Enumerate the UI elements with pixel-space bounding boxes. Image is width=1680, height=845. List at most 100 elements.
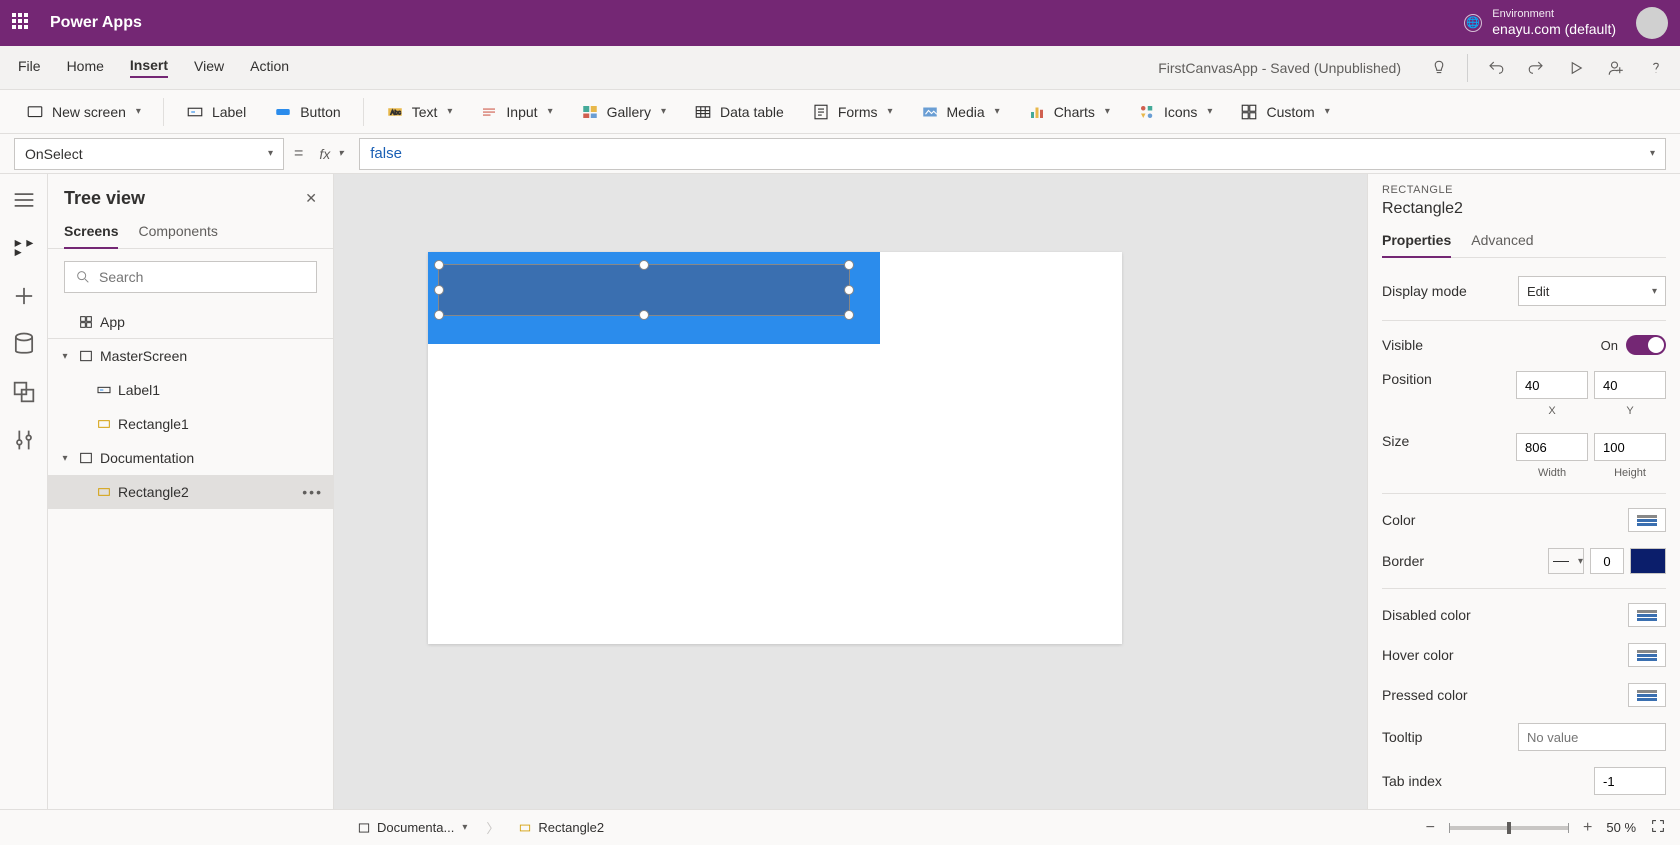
- charts-dropdown[interactable]: Charts ▾: [1016, 97, 1122, 127]
- tree-label: MasterScreen: [100, 348, 187, 364]
- undo-icon[interactable]: [1484, 56, 1508, 80]
- user-avatar[interactable]: [1636, 7, 1668, 39]
- canvas[interactable]: [334, 174, 1367, 809]
- share-icon[interactable]: [1604, 56, 1628, 80]
- tree-node-rectangle2[interactable]: Rectangle2 •••: [48, 475, 333, 509]
- media-dropdown[interactable]: Media ▾: [909, 97, 1012, 127]
- menu-file[interactable]: File: [18, 58, 41, 77]
- resize-handle-e[interactable]: [844, 285, 854, 295]
- menu-insert[interactable]: Insert: [130, 57, 168, 78]
- text-dropdown[interactable]: Abc Text ▾: [374, 97, 465, 127]
- zoom-in-button[interactable]: +: [1583, 819, 1592, 837]
- visible-value: On: [1601, 338, 1618, 353]
- tools-icon[interactable]: [10, 426, 38, 454]
- env-name: enayu.com (default): [1492, 21, 1616, 38]
- redo-icon[interactable]: [1524, 56, 1548, 80]
- search-input[interactable]: [99, 269, 306, 285]
- collapse-icon[interactable]: ▾: [58, 351, 72, 362]
- gallery-dropdown[interactable]: Gallery ▾: [569, 97, 678, 127]
- chevron-down-icon: ▾: [1105, 106, 1110, 117]
- input-dropdown[interactable]: Input ▾: [468, 97, 564, 127]
- width-input[interactable]: [1516, 433, 1588, 461]
- border-style-picker[interactable]: ▾: [1548, 548, 1584, 574]
- resize-handle-w[interactable]: [434, 285, 444, 295]
- tree-search[interactable]: [64, 261, 317, 293]
- visible-toggle[interactable]: [1626, 335, 1666, 355]
- zoom-slider[interactable]: [1449, 826, 1569, 830]
- menu-home[interactable]: Home: [67, 58, 104, 77]
- pressed-color-picker[interactable]: [1628, 683, 1666, 707]
- text-icon: Abc: [386, 103, 404, 121]
- pos-y-input[interactable]: [1594, 371, 1666, 399]
- tree-node-rectangle1[interactable]: Rectangle1: [48, 407, 333, 441]
- app-checker-icon[interactable]: [1427, 56, 1451, 80]
- environment-picker[interactable]: 🌐 Environment enayu.com (default): [1464, 8, 1616, 38]
- property-selector[interactable]: OnSelect ▾: [14, 138, 284, 170]
- hover-color-picker[interactable]: [1628, 643, 1666, 667]
- waffle-icon[interactable]: [12, 13, 32, 33]
- resize-handle-ne[interactable]: [844, 260, 854, 270]
- hamburger-icon[interactable]: [10, 186, 38, 214]
- control-name[interactable]: Rectangle2: [1382, 200, 1666, 218]
- pressed-color-label: Pressed color: [1382, 687, 1468, 703]
- tree-view-icon[interactable]: [10, 234, 38, 262]
- tree-node-masterscreen[interactable]: ▾ MasterScreen: [48, 339, 333, 373]
- close-panel-icon[interactable]: ✕: [305, 190, 317, 207]
- chevron-down-icon: ▾: [462, 822, 467, 833]
- help-icon[interactable]: [1644, 56, 1668, 80]
- resize-handle-sw[interactable]: [434, 310, 444, 320]
- selected-rectangle[interactable]: [438, 264, 850, 316]
- resize-handle-n[interactable]: [639, 260, 649, 270]
- pos-x-input[interactable]: [1516, 371, 1588, 399]
- resize-handle-se[interactable]: [844, 310, 854, 320]
- menu-view[interactable]: View: [194, 58, 224, 77]
- tooltip-input[interactable]: [1518, 723, 1666, 751]
- media-label: Media: [947, 104, 985, 120]
- media-icon: [921, 103, 939, 121]
- crumb-screen[interactable]: Documenta... ▾: [348, 816, 476, 839]
- tree-node-app[interactable]: App: [48, 305, 333, 339]
- formula-input[interactable]: false ▾: [359, 138, 1666, 170]
- zoom-thumb[interactable]: [1507, 822, 1511, 834]
- media-rail-icon[interactable]: [10, 378, 38, 406]
- resize-handle-s[interactable]: [639, 310, 649, 320]
- display-mode-select[interactable]: Edit ▾: [1518, 276, 1666, 306]
- button-button[interactable]: Button: [262, 97, 352, 127]
- play-icon[interactable]: [1564, 56, 1588, 80]
- tree-node-label1[interactable]: Label1: [48, 373, 333, 407]
- forms-dropdown[interactable]: Forms ▾: [800, 97, 905, 127]
- height-input[interactable]: [1594, 433, 1666, 461]
- height-sublabel: Height: [1614, 467, 1646, 479]
- tab-advanced[interactable]: Advanced: [1471, 226, 1533, 257]
- icons-dropdown[interactable]: Icons ▾: [1126, 97, 1225, 127]
- fx-indicator[interactable]: fx ▾: [313, 146, 349, 162]
- fit-screen-icon[interactable]: [1650, 818, 1666, 837]
- border-width-input[interactable]: [1590, 548, 1624, 574]
- collapse-icon[interactable]: ▾: [58, 453, 72, 464]
- menu-action[interactable]: Action: [250, 58, 289, 77]
- resize-handle-nw[interactable]: [434, 260, 444, 270]
- label-icon: [96, 382, 112, 398]
- data-icon[interactable]: [10, 330, 38, 358]
- tab-components[interactable]: Components: [138, 217, 217, 248]
- color-picker[interactable]: [1628, 508, 1666, 532]
- custom-dropdown[interactable]: Custom ▾: [1228, 97, 1341, 127]
- datatable-button[interactable]: Data table: [682, 97, 796, 127]
- tree-node-documentation[interactable]: ▾ Documentation: [48, 441, 333, 475]
- crumb-control[interactable]: Rectangle2: [509, 816, 613, 839]
- disabled-color-picker[interactable]: [1628, 603, 1666, 627]
- tabindex-input[interactable]: [1594, 767, 1666, 795]
- tab-properties[interactable]: Properties: [1382, 226, 1451, 258]
- button-icon: [274, 103, 292, 121]
- icons-icon: [1138, 103, 1156, 121]
- add-icon[interactable]: [10, 282, 38, 310]
- app-status: FirstCanvasApp - Saved (Unpublished): [1158, 60, 1401, 76]
- icons-label: Icons: [1164, 104, 1197, 120]
- border-color-picker[interactable]: [1630, 548, 1666, 574]
- label-button[interactable]: Label: [174, 97, 258, 127]
- screen-icon: [357, 821, 371, 835]
- tab-screens[interactable]: Screens: [64, 217, 118, 249]
- zoom-out-button[interactable]: −: [1426, 819, 1435, 837]
- new-screen-button[interactable]: New screen ▾: [14, 97, 153, 127]
- more-icon[interactable]: •••: [302, 484, 323, 500]
